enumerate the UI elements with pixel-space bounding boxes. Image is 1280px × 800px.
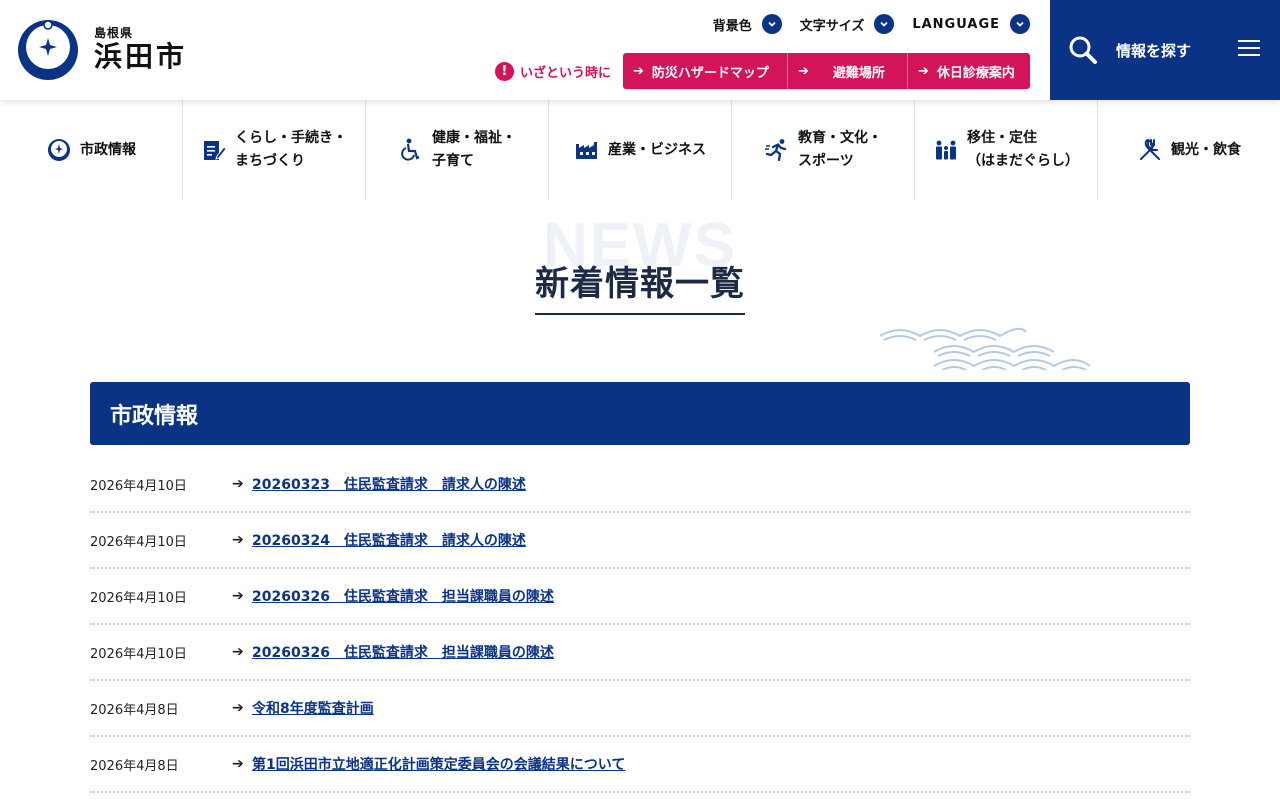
city-emblem-icon xyxy=(18,20,78,80)
nav-item-education-culture[interactable]: 教育・文化・ スポーツ xyxy=(732,100,915,200)
holiday-clinic-button[interactable]: ➔ 休日診療案内 xyxy=(907,53,1030,89)
nav-item-tourism[interactable]: 観光・飲食 xyxy=(1098,100,1280,200)
holiday-clinic-label: 休日診療案内 xyxy=(936,65,1015,81)
wave-pattern-decoration xyxy=(880,327,1091,370)
nav-item-living[interactable]: くらし・手続き・ まちづくり xyxy=(183,100,366,200)
news-date: 2026年4月8日 xyxy=(90,702,179,718)
nav-item-migration[interactable]: 移住・定住 （はまだぐらし） xyxy=(915,100,1098,200)
news-item: 2026年4月10日 ➔ 20260324 住民監査請求 請求人の陳述 xyxy=(90,513,1190,569)
news-date: 2026年4月10日 xyxy=(90,590,187,606)
family-icon xyxy=(933,137,959,163)
arrow-right-icon: ➔ xyxy=(232,476,244,492)
nav-label: 観光・飲食 xyxy=(1171,141,1241,158)
news-link[interactable]: 20260324 住民監査請求 請求人の陳述 xyxy=(252,530,526,550)
news-link[interactable]: 令和8年度監査計画 xyxy=(252,698,374,718)
news-date: 2026年4月10日 xyxy=(90,534,187,550)
arrow-right-icon: ➔ xyxy=(918,63,929,79)
logo-city-name: 浜田市 xyxy=(94,40,188,73)
hazard-map-button[interactable]: ➔ 防災ハザードマップ xyxy=(623,53,787,89)
category-heading: 市政情報 xyxy=(90,382,1190,445)
factory-icon xyxy=(574,137,600,163)
hamburger-menu-icon[interactable] xyxy=(1238,40,1260,58)
site-header: 島根県 浜田市 背景色 文字サイズ LANGUAGE ! いざという時に ➔ 防… xyxy=(0,0,1280,100)
news-item: 2026年4月10日 ➔ 20260326 住民監査請求 担当課職員の陳述 xyxy=(90,625,1190,681)
news-link[interactable]: 20260326 住民監査請求 担当課職員の陳述 xyxy=(252,586,554,606)
arrow-right-icon: ➔ xyxy=(232,532,244,548)
page-title-area: NEWS 新着情報一覧 xyxy=(0,210,1280,315)
search-label: 情報を探す xyxy=(1116,41,1192,60)
search-icon xyxy=(1069,36,1097,64)
news-item: 2026年4月8日 ➔ 第1回浜田市立地適正化計画策定委員会の会議結果について xyxy=(90,737,1190,793)
news-date: 2026年4月8日 xyxy=(90,758,179,774)
news-date: 2026年4月10日 xyxy=(90,646,187,662)
language-label: LANGUAGE xyxy=(912,16,1000,32)
news-list: 2026年4月10日 ➔ 20260323 住民監査請求 請求人の陳述 2026… xyxy=(90,457,1190,793)
city-emblem-icon xyxy=(46,137,72,163)
search-button[interactable]: 情報を探す xyxy=(1068,35,1191,65)
nav-label: 教育・文化・ スポーツ xyxy=(798,130,882,169)
logo-text: 島根県 浜田市 xyxy=(94,26,187,74)
site-logo[interactable]: 島根県 浜田市 xyxy=(18,20,187,80)
evacuation-site-button[interactable]: ➔ 避難場所 xyxy=(787,53,907,89)
arrow-right-icon: ➔ xyxy=(232,700,244,716)
emergency-links: ! いざという時に ➔ 防災ハザードマップ ➔ 避難場所 ➔ 休日診療案内 xyxy=(494,53,1030,89)
wheelchair-icon xyxy=(398,137,424,163)
nav-label: 市政情報 xyxy=(80,141,136,158)
form-pencil-icon xyxy=(201,137,227,163)
global-nav: 市政情報 くらし・手続き・ まちづくり 健康・福祉・ 子育て 産業・ビジネス 教… xyxy=(0,100,1280,200)
background-color-label: 背景色 xyxy=(712,18,752,34)
arrow-right-icon: ➔ xyxy=(798,63,809,79)
page-title: 新着情報一覧 xyxy=(535,256,745,315)
runner-icon xyxy=(764,137,790,163)
nav-item-health-welfare[interactable]: 健康・福祉・ 子育て xyxy=(366,100,549,200)
emergency-heading: ! いざという時に xyxy=(494,61,611,81)
nav-item-industry[interactable]: 産業・ビジネス xyxy=(549,100,732,200)
hazard-map-label: 防災ハザードマップ xyxy=(651,65,769,81)
news-link[interactable]: 第1回浜田市立地適正化計画策定委員会の会議結果について xyxy=(252,754,625,774)
evacuation-site-label: 避難場所 xyxy=(832,65,885,81)
arrow-right-icon: ➔ xyxy=(232,644,244,660)
alert-icon: ! xyxy=(494,61,514,81)
emergency-button-group: ➔ 防災ハザードマップ ➔ 避難場所 ➔ 休日診療案内 xyxy=(623,53,1030,89)
news-item: 2026年4月10日 ➔ 20260326 住民監査請求 担当課職員の陳述 xyxy=(90,569,1190,625)
background-color-toggle[interactable]: 背景色 xyxy=(713,14,782,34)
font-size-toggle[interactable]: 文字サイズ xyxy=(800,14,895,34)
language-toggle[interactable]: LANGUAGE xyxy=(912,14,1030,34)
arrow-right-icon: ➔ xyxy=(232,756,244,772)
logo-prefecture: 島根県 xyxy=(94,26,134,40)
arrow-right-icon: ➔ xyxy=(232,588,244,604)
nav-label: 健康・福祉・ 子育て xyxy=(432,130,516,169)
fork-knife-icon xyxy=(1137,137,1163,163)
chevron-down-icon xyxy=(1010,14,1030,34)
nav-label: 移住・定住 （はまだぐらし） xyxy=(967,130,1079,169)
font-size-label: 文字サイズ xyxy=(799,18,865,34)
search-panel: 情報を探す xyxy=(1050,0,1280,100)
utility-menu: 背景色 文字サイズ LANGUAGE xyxy=(713,14,1030,34)
nav-label: 産業・ビジネス xyxy=(608,141,706,158)
chevron-down-icon xyxy=(761,14,782,34)
news-item: 2026年4月10日 ➔ 20260323 住民監査請求 請求人の陳述 xyxy=(90,457,1190,513)
emergency-label: いざという時に xyxy=(519,65,611,81)
news-item: 2026年4月8日 ➔ 令和8年度監査計画 xyxy=(90,681,1190,737)
chevron-down-icon xyxy=(874,14,895,34)
news-link[interactable]: 20260323 住民監査請求 請求人の陳述 xyxy=(252,474,526,494)
news-link[interactable]: 20260326 住民監査請求 担当課職員の陳述 xyxy=(252,642,554,662)
nav-item-city-info[interactable]: 市政情報 xyxy=(0,100,183,200)
arrow-right-icon: ➔ xyxy=(633,63,644,79)
nav-label: くらし・手続き・ まちづくり xyxy=(235,130,347,169)
news-date: 2026年4月10日 xyxy=(90,478,187,494)
